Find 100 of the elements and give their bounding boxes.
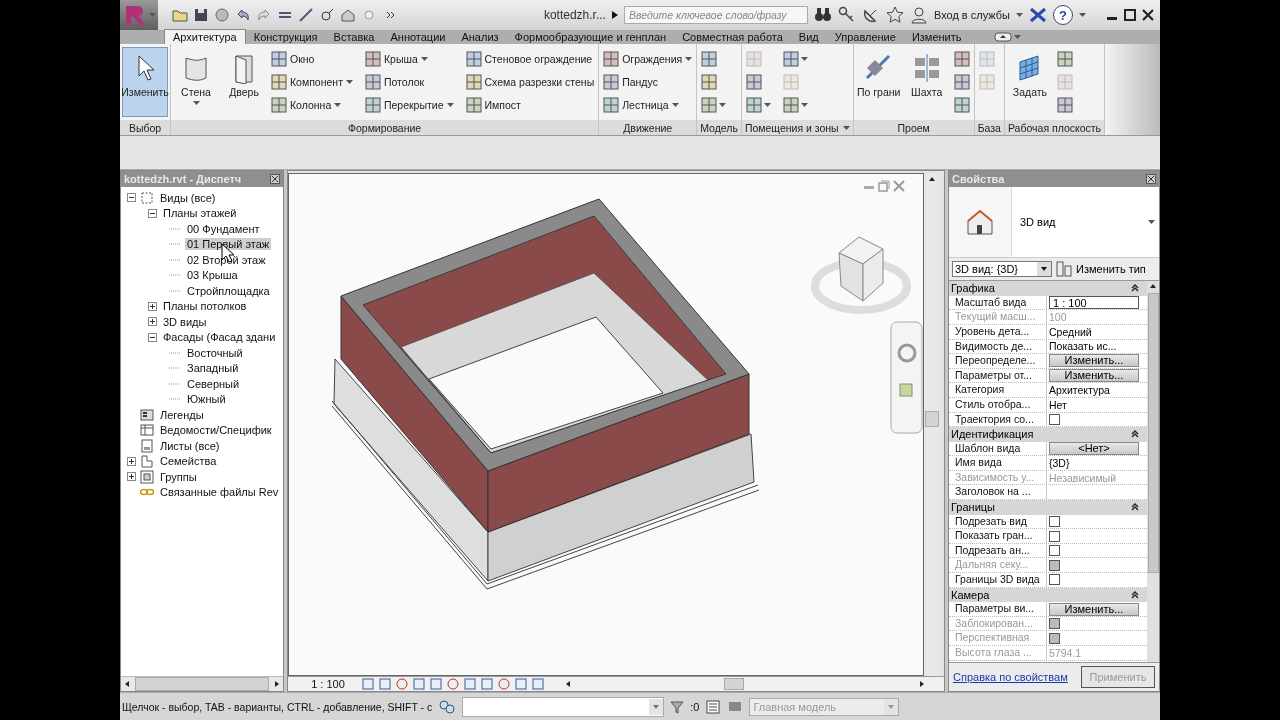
- tree-item[interactable]: 02 Второй этаж: [185, 253, 268, 266]
- panel-title: Формирование: [347, 121, 422, 134]
- document-title: kottedzh.r...: [543, 8, 606, 22]
- property-label: Масштаб вида: [949, 295, 1047, 310]
- tool-button[interactable]: Стеновое ограждение: [463, 47, 597, 70]
- help-button[interactable]: ?: [1053, 5, 1073, 25]
- tree-item[interactable]: 01 Первый этаж: [185, 238, 272, 251]
- tool-button[interactable]: Колонна: [269, 93, 355, 116]
- property-label: Зависимость у...: [949, 470, 1047, 485]
- property-label: Перспективная: [949, 631, 1047, 645]
- ribbon-tab[interactable]: Конструкция: [245, 30, 326, 44]
- tool-button[interactable]: Компонент: [269, 70, 355, 93]
- tool-button[interactable]: Ограждения: [601, 47, 695, 70]
- ribbon-tab[interactable]: Совместная работа: [674, 30, 791, 44]
- tool-button[interactable]: Перекрытие: [362, 93, 456, 116]
- property-label: Видимость де...: [949, 339, 1047, 354]
- tool-button[interactable]: Стена: [173, 47, 219, 117]
- property-label: Подрезать ан...: [949, 543, 1047, 558]
- tree-item[interactable]: Южный: [185, 393, 228, 406]
- property-value: {3D}: [1049, 457, 1070, 470]
- group-header: Идентификация: [951, 428, 1034, 441]
- tree-item[interactable]: Северный: [185, 377, 242, 390]
- tree-item[interactable]: Планы потолков: [161, 300, 249, 313]
- tree-item[interactable]: Стройплощадка: [185, 284, 272, 297]
- panel-title: Движение: [623, 121, 673, 134]
- edit-type-button[interactable]: Изменить тип: [1056, 261, 1146, 278]
- ribbon-tab[interactable]: Архитектура: [164, 29, 246, 44]
- property-label: Показать гран...: [949, 529, 1047, 543]
- panel-title: Рабочая плоскость: [1007, 121, 1102, 134]
- ribbon-tab[interactable]: Управление: [826, 30, 904, 44]
- search-field[interactable]: Введите ключевое слово/фразу: [623, 6, 808, 24]
- selection-count: :0: [690, 700, 700, 713]
- property-value: Нет: [1049, 398, 1067, 411]
- property-label: Текущий масш...: [949, 310, 1047, 324]
- property-value: Архитектура: [1049, 384, 1110, 397]
- tree-item[interactable]: Восточный: [185, 346, 245, 359]
- property-value: Независимый: [1049, 471, 1117, 484]
- panel-title: kottedzh.rvt - Диспетч: [124, 173, 242, 186]
- property-label: Высота глаза ...: [949, 646, 1047, 660]
- tree-item[interactable]: Листы (все): [158, 439, 222, 452]
- panel-title: Проем: [897, 121, 930, 134]
- property-value: Средний: [1049, 325, 1092, 338]
- sign-in-link[interactable]: Вход в службы: [933, 9, 1010, 21]
- property-label: Границы 3D вида: [949, 573, 1047, 587]
- tree-item[interactable]: 03 Крыша: [185, 269, 240, 282]
- group-header: Границы: [951, 501, 995, 514]
- tool-button[interactable]: Шахта: [903, 47, 950, 117]
- property-button[interactable]: Изменить...: [1049, 602, 1139, 616]
- tree-item[interactable]: Виды (все): [158, 191, 218, 204]
- tool-button[interactable]: Пандус: [601, 70, 695, 93]
- property-label: Подрезать вид: [949, 514, 1047, 529]
- tool-button[interactable]: Импост: [463, 93, 597, 116]
- tree-item[interactable]: 3D виды: [161, 315, 209, 328]
- tree-item[interactable]: Группы: [158, 470, 199, 483]
- property-label: Заголовок на ...: [949, 485, 1047, 500]
- tool-button[interactable]: Дверь: [221, 47, 267, 117]
- tool-button[interactable]: Схема разрезки стены: [463, 70, 597, 93]
- property-label: Имя вида: [949, 456, 1047, 470]
- property-field[interactable]: 1 : 100: [1049, 296, 1139, 310]
- tool-button[interactable]: Потолок: [362, 70, 456, 93]
- tree-item[interactable]: 00 Фундамент: [185, 222, 262, 235]
- panel-title-button[interactable]: Помещения и зоны: [741, 120, 853, 136]
- tool-button[interactable]: По грани: [855, 47, 902, 117]
- panel-title: Свойства: [952, 173, 1005, 186]
- ribbon-tab[interactable]: Анализ: [453, 30, 507, 44]
- tool-button[interactable]: Окно: [269, 47, 355, 70]
- tool-button[interactable]: Лестница: [601, 93, 695, 116]
- property-value: 5794.1: [1049, 646, 1082, 659]
- status-hint: Щелчок - выбор, TAB - варианты, CTRL - добавление, SHIFT - с: [122, 700, 433, 713]
- property-label: Заблокирован...: [949, 616, 1047, 631]
- property-label: Переопределе...: [949, 354, 1047, 368]
- tree-item[interactable]: Семейства: [158, 455, 219, 468]
- tree-item[interactable]: Ведомости/Специфик: [158, 424, 274, 437]
- help-link[interactable]: Справка по свойствам: [953, 671, 1068, 684]
- property-button[interactable]: Изменить...: [1049, 369, 1139, 383]
- ribbon-tab[interactable]: Формообразующие и генплан: [506, 30, 675, 44]
- property-button[interactable]: Изменить...: [1049, 354, 1139, 368]
- instance-dropdown[interactable]: 3D вид: {3D}: [952, 261, 1052, 278]
- panel-title: Модель: [700, 121, 738, 134]
- ribbon-tab[interactable]: Аннотации: [382, 30, 454, 44]
- panel-title: База: [977, 121, 1001, 134]
- tree-item[interactable]: Легенды: [158, 408, 206, 421]
- tool-button[interactable]: Изменить: [122, 47, 168, 117]
- tree-item[interactable]: Фасады (Фасад здани: [161, 331, 278, 344]
- property-label: Параметры от...: [949, 368, 1047, 383]
- group-header: Камера: [951, 588, 990, 601]
- tool-button[interactable]: Задать: [1006, 47, 1053, 117]
- ribbon-tab[interactable]: Вставка: [325, 30, 383, 44]
- tree-item[interactable]: Связанные файлы Rev: [158, 486, 281, 499]
- tree-item[interactable]: Западный: [185, 362, 241, 375]
- view-scale[interactable]: 1 : 100: [298, 678, 358, 691]
- property-label: Уровень дета...: [949, 324, 1047, 339]
- ribbon-tab[interactable]: Изменить: [903, 30, 970, 44]
- property-label: Дальняя секу...: [949, 558, 1047, 573]
- property-label: Траектория со...: [949, 412, 1047, 427]
- ribbon-tab[interactable]: Вид: [790, 30, 827, 44]
- tree-item[interactable]: Планы этажей: [161, 207, 239, 220]
- group-header: Графика: [951, 282, 995, 295]
- property-button[interactable]: <Нет>: [1049, 442, 1139, 455]
- tool-button[interactable]: Крыша: [362, 47, 456, 70]
